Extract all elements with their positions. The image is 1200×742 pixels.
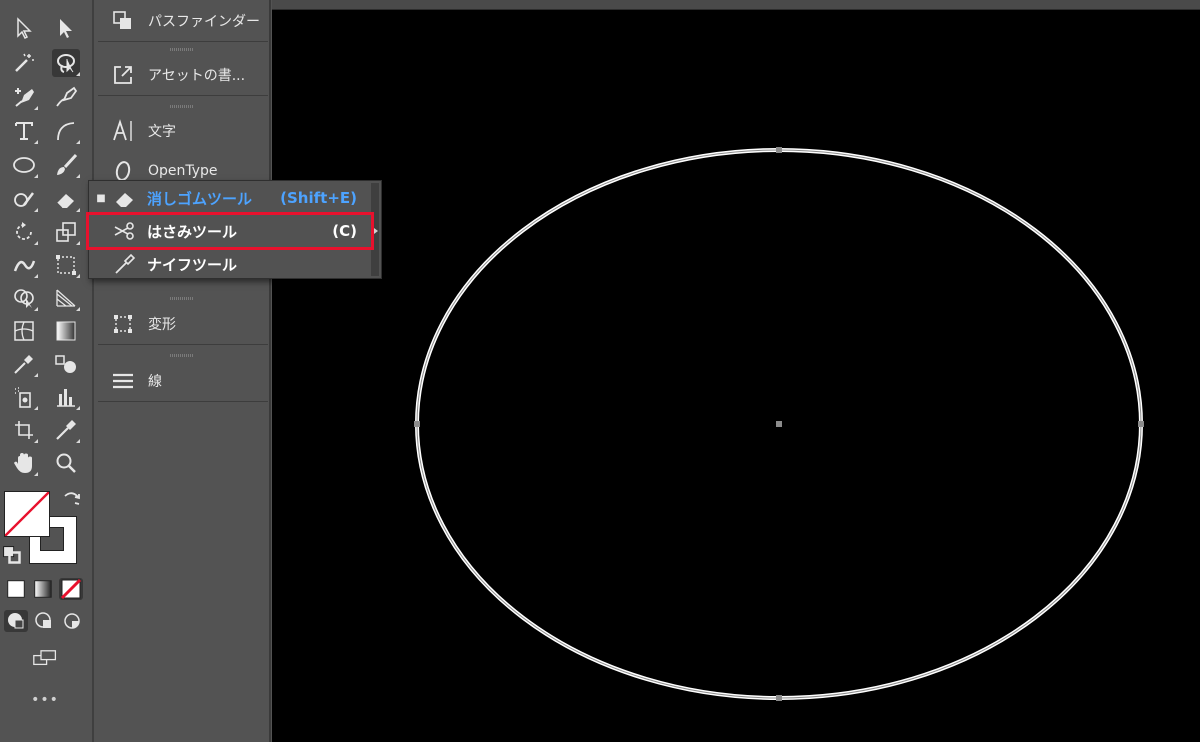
dock-item-transform[interactable]: 変形 xyxy=(98,303,268,345)
lasso-tool-icon[interactable] xyxy=(52,49,80,77)
stroke-icon xyxy=(110,368,136,394)
zoom-tool-icon[interactable] xyxy=(52,449,80,477)
direct-selection-tool-icon[interactable] xyxy=(52,14,80,42)
flyout-item-label: ナイフツール xyxy=(147,255,238,274)
anchor-point-bottom[interactable] xyxy=(776,695,782,701)
perspective-grid-tool-icon[interactable] xyxy=(52,284,80,312)
panel-dock: パスファインダー アセットの書... 文字 OpenType 変形 線 xyxy=(96,0,271,742)
asset-export-icon xyxy=(110,62,136,88)
shaper-tool-icon[interactable] xyxy=(10,185,38,213)
dock-item-asset-export[interactable]: アセットの書... xyxy=(98,54,268,96)
rotate-tool-icon[interactable] xyxy=(10,218,38,246)
flyout-item-knife[interactable]: ナイフツール xyxy=(89,248,371,280)
dock-item-label: OpenType xyxy=(148,162,218,179)
anchor-point-left[interactable] xyxy=(414,421,420,427)
width-tool-icon[interactable] xyxy=(10,251,38,279)
draw-behind-icon[interactable] xyxy=(32,610,56,632)
shape-builder-tool-icon[interactable] xyxy=(10,284,38,312)
panel-grip[interactable] xyxy=(170,105,194,108)
flyout-item-eraser[interactable]: ■ 消しゴムツール (Shift+E) xyxy=(89,182,371,214)
pen-tool-icon[interactable] xyxy=(10,83,38,111)
dock-item-character[interactable]: 文字 xyxy=(98,111,268,151)
draw-inside-icon[interactable] xyxy=(60,610,84,632)
center-point xyxy=(776,421,782,427)
eyedropper-tool-icon[interactable] xyxy=(10,350,38,378)
blend-tool-icon[interactable] xyxy=(52,350,80,378)
dock-item-label: パスファインダー xyxy=(148,13,260,30)
selection-tool-icon[interactable] xyxy=(10,14,38,42)
hand-tool-icon[interactable] xyxy=(10,449,38,477)
gradient-tool-icon[interactable] xyxy=(52,317,80,345)
tools-panel: ••• xyxy=(0,0,94,742)
dock-item-stroke[interactable]: 線 xyxy=(98,360,268,402)
column-graph-tool-icon[interactable] xyxy=(52,383,80,411)
artboard-tool-icon[interactable] xyxy=(10,416,38,444)
none-mode-button[interactable] xyxy=(59,578,83,600)
more-tools-button[interactable]: ••• xyxy=(30,692,60,708)
scale-tool-icon[interactable] xyxy=(52,218,80,246)
dock-item-label: 変形 xyxy=(148,316,176,333)
fill-color-swatch[interactable] xyxy=(4,491,50,537)
symbol-sprayer-tool-icon[interactable] xyxy=(10,383,38,411)
arc-tool-icon[interactable] xyxy=(52,117,80,145)
panel-grip[interactable] xyxy=(170,297,194,300)
swap-fill-stroke-icon[interactable] xyxy=(60,488,84,512)
panel-grip[interactable] xyxy=(170,48,194,51)
canvas-artwork xyxy=(414,147,1144,701)
eraser-icon xyxy=(113,186,141,210)
slice-tool-icon[interactable] xyxy=(52,416,80,444)
free-transform-tool-icon[interactable] xyxy=(52,251,80,279)
anchor-point-top[interactable] xyxy=(776,147,782,153)
curvature-tool-icon[interactable] xyxy=(52,83,80,111)
color-mode-button[interactable] xyxy=(5,578,27,600)
dock-item-label: アセットの書... xyxy=(148,67,246,84)
anchor-point-right[interactable] xyxy=(1138,421,1144,427)
default-fill-stroke-icon[interactable] xyxy=(2,545,22,565)
flyout-item-shortcut: (Shift+E) xyxy=(280,189,357,207)
dock-item-label: 文字 xyxy=(148,124,176,140)
gradient-mode-button[interactable] xyxy=(32,578,54,600)
draw-normal-icon[interactable] xyxy=(4,610,28,632)
panel-grip[interactable] xyxy=(170,354,194,357)
dock-item-pathfinder[interactable]: パスファインダー xyxy=(98,0,268,42)
screen-mode-icon[interactable] xyxy=(28,645,62,671)
pathfinder-icon xyxy=(110,8,136,34)
flyout-arrow-icon xyxy=(374,228,378,234)
transform-icon xyxy=(110,311,136,337)
ellipse-tool-icon[interactable] xyxy=(10,151,38,179)
magic-wand-tool-icon[interactable] xyxy=(10,49,38,77)
paintbrush-tool-icon[interactable] xyxy=(52,151,80,179)
dock-item-label: 線 xyxy=(148,373,162,390)
character-icon xyxy=(110,118,136,144)
flyout-item-label: 消しゴムツール xyxy=(147,189,253,208)
knife-icon xyxy=(113,252,141,276)
highlight-annotation xyxy=(86,212,374,250)
type-tool-icon[interactable] xyxy=(10,117,38,145)
artboard-canvas[interactable] xyxy=(272,0,1200,742)
eraser-tool-icon[interactable] xyxy=(52,185,80,213)
mesh-tool-icon[interactable] xyxy=(10,317,38,345)
selected-bullet-icon: ■ xyxy=(96,192,106,204)
